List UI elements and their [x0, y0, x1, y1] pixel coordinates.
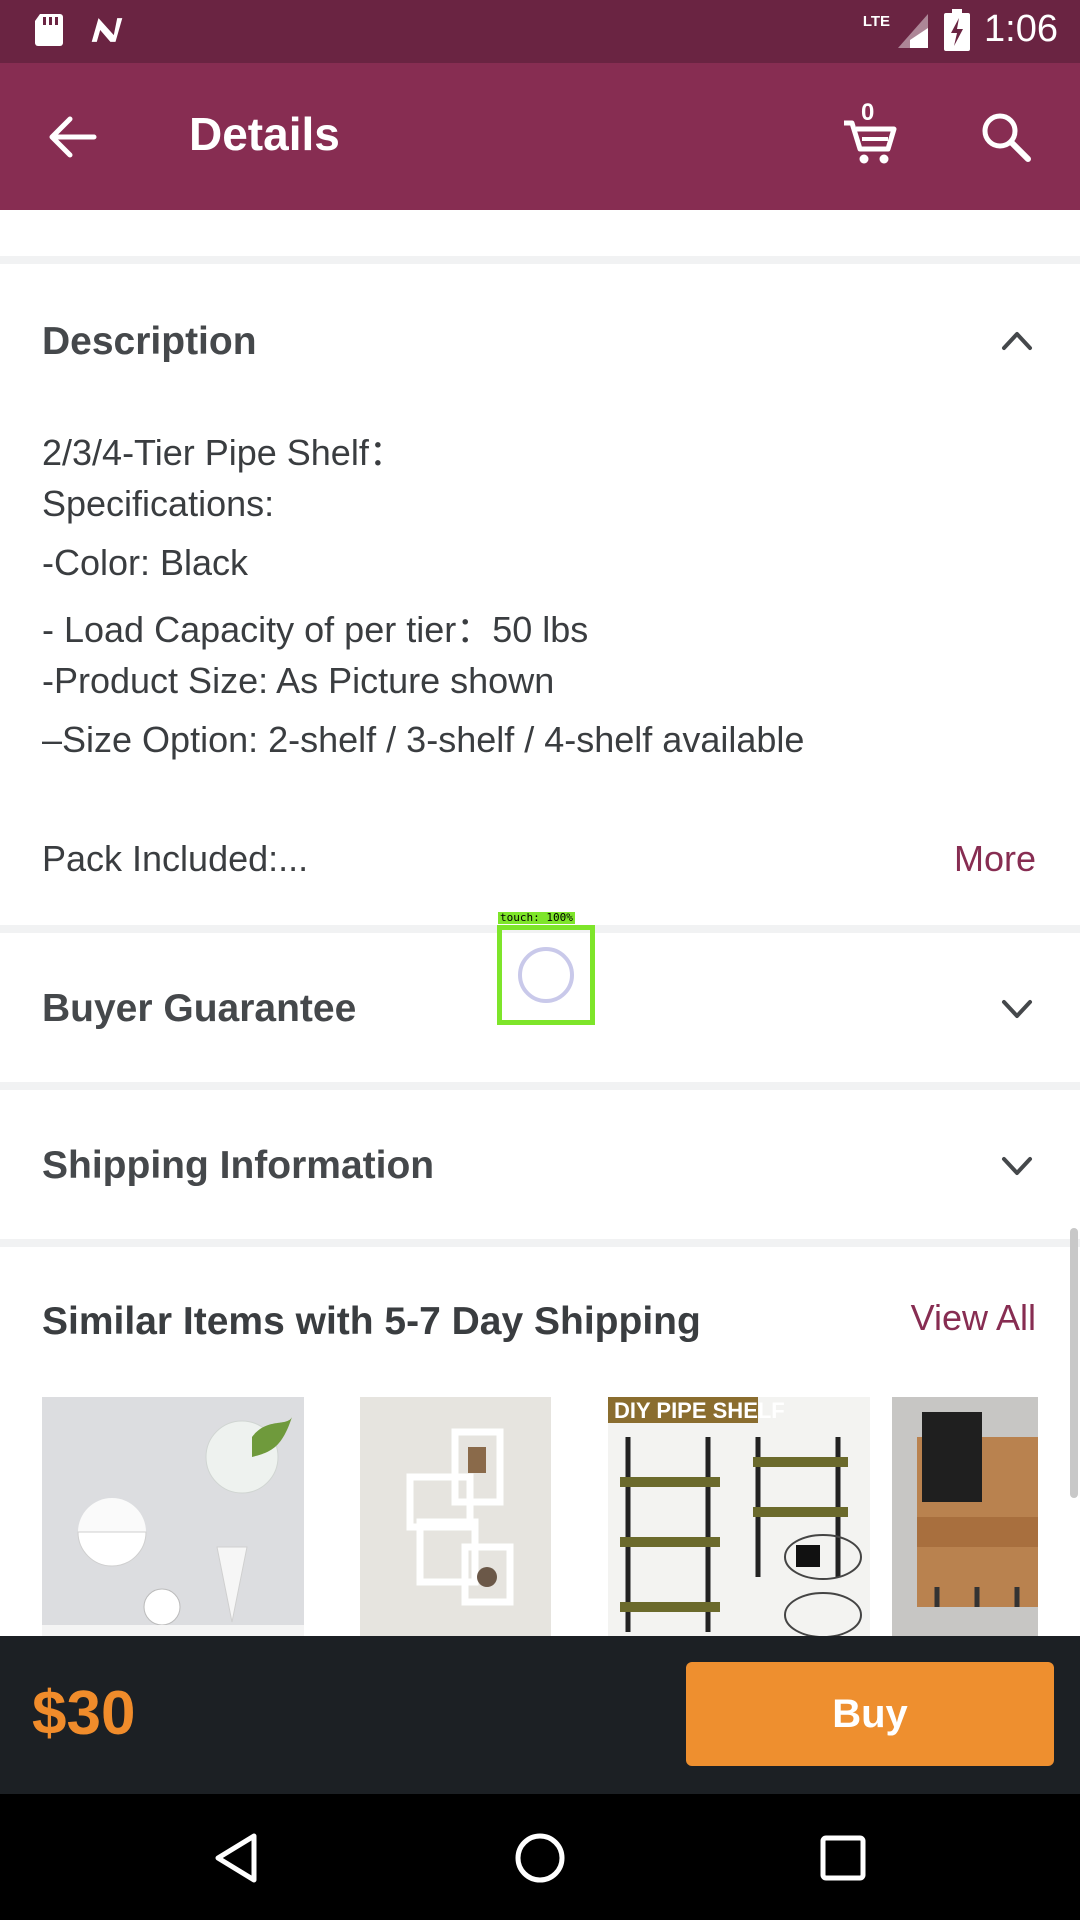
network-type: LTE [862, 13, 891, 30]
divider [0, 256, 1080, 264]
chevron-down-icon[interactable] [1000, 1153, 1034, 1177]
battery-charging-icon [944, 8, 971, 51]
wood-organizer-image [892, 1397, 1038, 1637]
clock: 1:06 [984, 8, 1058, 50]
app-bar: Details 0 [0, 63, 1080, 210]
buy-button[interactable]: Buy [686, 1662, 1054, 1766]
buy-bar: $30 Buy [0, 1636, 1080, 1794]
page-title: Details [189, 108, 340, 160]
more-link[interactable]: More [954, 838, 1036, 880]
description-line: –Size Option: 2-shelf / 3-shelf / 4-shel… [42, 719, 805, 760]
description-line: -Color: Black [42, 542, 249, 583]
touch-indicator-circle [518, 947, 574, 1003]
similar-items-title: Similar Items with 5-7 Day Shipping [42, 1300, 701, 1343]
status-bar: LTE 1:06 [0, 0, 1080, 63]
wall-planter-image [42, 1397, 304, 1637]
pack-included-line: Pack Included:... [42, 838, 309, 879]
back-arrow-icon[interactable] [44, 109, 100, 165]
chevron-down-icon[interactable] [1000, 996, 1034, 1020]
shipping-information-title[interactable]: Shipping Information [42, 1144, 434, 1188]
divider [0, 1239, 1080, 1247]
white-shelf-image [360, 1397, 551, 1637]
description-line: Specifications: [42, 483, 275, 524]
description-line: 2/3/4-Tier Pipe Shelf： [42, 432, 405, 473]
divider [0, 1082, 1080, 1090]
search-icon[interactable] [978, 109, 1034, 165]
similar-item-thumbnail[interactable] [360, 1397, 551, 1637]
similar-item-thumbnail[interactable] [892, 1397, 1038, 1637]
touch-indicator-label: touch: 100% [498, 911, 575, 924]
sd-card-icon [35, 14, 63, 46]
nav-back-icon[interactable] [208, 1830, 264, 1886]
n-notification-icon [91, 18, 123, 42]
pipe-shelf-image: DIY PIPE SHELF [608, 1397, 870, 1637]
similar-item-thumbnail[interactable] [42, 1397, 304, 1637]
similar-item-thumbnail[interactable]: DIY PIPE SHELF [608, 1397, 870, 1637]
description-line: - Load Capacity of per tier：50 lbs [42, 609, 589, 650]
nav-recents-icon[interactable] [815, 1830, 871, 1886]
cart-count-badge: 0 [861, 99, 875, 126]
view-all-link[interactable]: View All [911, 1297, 1036, 1339]
chevron-up-icon[interactable] [1000, 328, 1034, 352]
scrollbar[interactable] [1070, 1228, 1078, 1498]
thumb-banner-text: DIY PIPE SHELF [614, 1398, 785, 1423]
signal-icon [898, 13, 929, 48]
description-title[interactable]: Description [42, 320, 257, 364]
price: $30 [32, 1679, 136, 1748]
description-line: -Product Size: As Picture shown [42, 660, 555, 701]
navigation-bar [0, 1794, 1080, 1920]
nav-home-icon[interactable] [512, 1830, 568, 1886]
buyer-guarantee-title[interactable]: Buyer Guarantee [42, 987, 356, 1031]
